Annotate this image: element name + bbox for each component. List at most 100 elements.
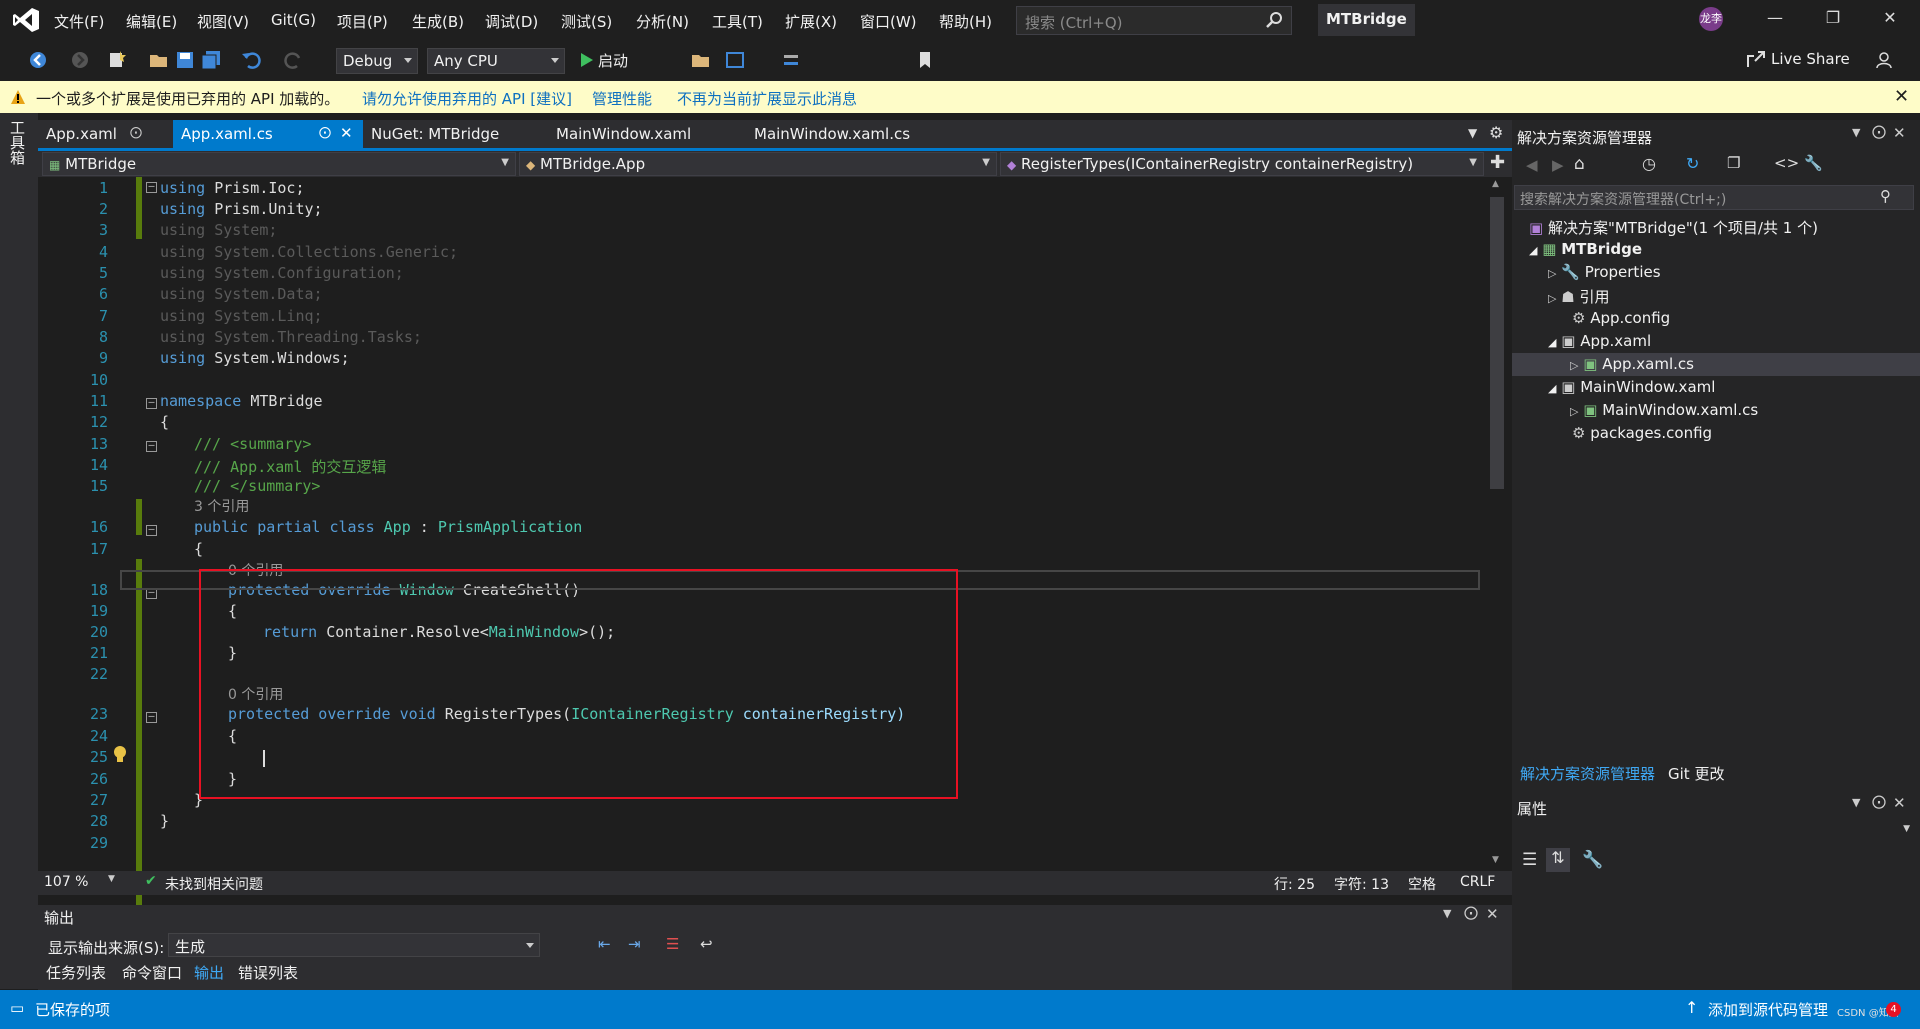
config-combo[interactable]: Debug xyxy=(336,48,418,74)
output-next-icon[interactable]: ⇥ xyxy=(628,935,641,953)
panel-menu-icon[interactable]: ▼ xyxy=(1852,126,1860,139)
expanded-icon[interactable]: ◢ xyxy=(1548,336,1556,349)
close-infobar-icon[interactable]: ✕ xyxy=(1894,86,1909,107)
refresh-icon[interactable]: ↻ xyxy=(1686,154,1699,173)
menu-view[interactable]: 视图(V) xyxy=(197,11,249,32)
output-prev-icon[interactable]: ⇤ xyxy=(598,935,611,953)
tab-solution-explorer[interactable]: 解决方案资源管理器 xyxy=(1520,763,1655,784)
tab-nuget[interactable]: NuGet: MTBridge xyxy=(363,120,553,148)
split-editor-icon[interactable]: ✚ xyxy=(1490,152,1505,173)
tab-error-list[interactable]: 错误列表 xyxy=(238,962,298,983)
search-input[interactable]: 搜索 (Ctrl+Q) xyxy=(1016,6,1292,35)
scroll-down-icon[interactable]: ▼ xyxy=(1492,855,1499,865)
output-source-combo[interactable]: 生成 xyxy=(168,933,540,957)
tab-app-xaml-cs[interactable]: App.xaml.cs ⨀ ✕ xyxy=(173,120,363,148)
eol-indicator[interactable]: CRLF xyxy=(1460,874,1495,890)
step-icon[interactable] xyxy=(780,49,802,71)
live-share-icon[interactable] xyxy=(1745,49,1767,71)
home-icon[interactable]: ⌂ xyxy=(1574,154,1585,174)
menu-test[interactable]: 测试(S) xyxy=(561,11,612,32)
minimize-icon[interactable]: — xyxy=(1762,8,1788,32)
collapse-all-icon[interactable]: ❐ xyxy=(1727,154,1740,172)
menu-debug[interactable]: 调试(D) xyxy=(485,11,538,32)
chevron-down-icon[interactable]: ▼ xyxy=(108,874,115,884)
manage-performance-link[interactable]: 管理性能 xyxy=(592,88,652,109)
menu-window[interactable]: 窗口(W) xyxy=(860,11,917,32)
tab-command-window[interactable]: 命令窗口 xyxy=(122,962,182,983)
back-icon[interactable]: ◀ xyxy=(1526,156,1538,174)
save-icon[interactable] xyxy=(174,49,196,71)
bookmark-icon[interactable] xyxy=(914,49,936,71)
pin-icon[interactable]: ⨀ xyxy=(1464,905,1478,921)
avatar[interactable]: 龙李 xyxy=(1699,7,1723,31)
properties-object-combo[interactable]: ▼ xyxy=(1514,820,1916,842)
start-play-icon[interactable] xyxy=(575,49,597,71)
forward-icon[interactable]: ▶ xyxy=(1552,156,1564,174)
tab-task-list[interactable]: 任务列表 xyxy=(46,962,106,983)
add-source-control-button[interactable]: 添加到源代码管理 xyxy=(1708,999,1828,1020)
gear-icon[interactable]: ⚙ xyxy=(1489,123,1503,142)
menu-project[interactable]: 项目(P) xyxy=(337,11,388,32)
property-pages-icon[interactable]: 🔧 xyxy=(1582,850,1603,870)
new-project-icon[interactable] xyxy=(106,49,128,71)
project-combo[interactable]: ▦ MTBridge ▼ xyxy=(42,152,516,176)
tree-item-mainwindow-xaml[interactable]: ◢ ▣ MainWindow.xaml xyxy=(1548,378,1715,396)
close-icon[interactable]: ✕ xyxy=(1877,8,1903,32)
tab-app-xaml[interactable]: App.xaml ⨀ xyxy=(38,120,173,148)
forward-icon[interactable] xyxy=(69,49,91,71)
collapse-toggle[interactable]: – xyxy=(146,398,157,409)
feedback-icon[interactable] xyxy=(1873,49,1895,71)
tab-mainwindow-xaml-cs[interactable]: MainWindow.xaml.cs xyxy=(746,120,946,148)
menu-build[interactable]: 生成(B) xyxy=(412,11,464,32)
tab-list-dropdown-icon[interactable]: ▼ xyxy=(1468,126,1477,140)
collapse-toggle[interactable]: – xyxy=(146,525,157,536)
collapse-toggle[interactable]: – xyxy=(146,712,157,723)
line-indicator[interactable]: 行: 25 xyxy=(1274,874,1315,894)
disallow-deprecated-link[interactable]: 请勿允许使用弃用的 API [建议] xyxy=(362,88,572,109)
start-button[interactable]: 启动 xyxy=(598,50,628,71)
menu-file[interactable]: 文件(F) xyxy=(54,11,104,32)
tree-solution[interactable]: ▣ 解决方案"MTBridge"(1 个项目/共 1 个) xyxy=(1529,217,1818,238)
collapsed-icon[interactable]: ▷ xyxy=(1548,267,1556,280)
menu-help[interactable]: 帮助(H) xyxy=(939,11,992,32)
open-folder-icon[interactable] xyxy=(148,49,170,71)
zoom-level[interactable]: 107 % xyxy=(44,874,88,890)
live-share-button[interactable]: Live Share xyxy=(1771,50,1850,68)
expanded-icon[interactable]: ◢ xyxy=(1529,244,1537,257)
tree-item-properties[interactable]: ▷ 🔧 Properties xyxy=(1548,263,1661,281)
redo-icon[interactable] xyxy=(283,49,305,71)
dont-show-again-link[interactable]: 不再为当前扩展显示此消息 xyxy=(677,88,857,109)
back-icon[interactable] xyxy=(27,49,49,71)
close-panel-icon[interactable]: ✕ xyxy=(1486,905,1499,923)
issues-status[interactable]: 未找到相关问题 xyxy=(165,874,263,894)
close-panel-icon[interactable]: ✕ xyxy=(1893,124,1906,142)
collapse-toggle[interactable]: – xyxy=(146,441,157,452)
scrollbar-thumb[interactable] xyxy=(1490,197,1504,489)
vertical-scrollbar[interactable]: ▲ ▼ xyxy=(1486,177,1508,871)
collapsed-icon[interactable]: ▷ xyxy=(1548,292,1556,305)
platform-combo[interactable]: Any CPU xyxy=(427,48,565,74)
word-wrap-icon[interactable]: ↩ xyxy=(700,935,713,953)
solution-search-input[interactable]: 搜索解决方案资源管理器(Ctrl+;) ⚲ xyxy=(1514,185,1914,210)
collapsed-icon[interactable]: ▷ xyxy=(1570,405,1578,418)
close-tab-icon[interactable]: ✕ xyxy=(340,124,353,142)
pin-icon[interactable]: ⨀ xyxy=(1872,794,1886,810)
notification-badge[interactable]: 4 xyxy=(1886,1002,1901,1017)
tree-item-app-config[interactable]: ⚙ App.config xyxy=(1572,309,1670,327)
toolbox-tab[interactable]: 工具箱 xyxy=(8,120,28,165)
tree-project[interactable]: ◢ ▦ MTBridge xyxy=(1529,240,1642,258)
menu-extensions[interactable]: 扩展(X) xyxy=(785,11,837,32)
menu-edit[interactable]: 编辑(E) xyxy=(126,11,177,32)
pin-icon[interactable]: ⨀ xyxy=(319,125,331,139)
menu-analyze[interactable]: 分析(N) xyxy=(636,11,689,32)
tree-item-app-xaml[interactable]: ◢ ▣ App.xaml xyxy=(1548,332,1651,350)
tree-item-mainwindow-xaml-cs[interactable]: ▷ ▣ MainWindow.xaml.cs xyxy=(1570,401,1758,419)
pin-icon[interactable]: ⨀ xyxy=(1872,124,1886,140)
scroll-up-icon[interactable]: ▲ xyxy=(1492,179,1499,189)
expanded-icon[interactable]: ◢ xyxy=(1548,382,1556,395)
codelens-references[interactable]: 3 个引用 xyxy=(194,496,249,516)
tree-item-app-xaml-cs[interactable]: ▷ ▣ App.xaml.cs xyxy=(1570,355,1694,373)
restore-icon[interactable]: ❐ xyxy=(1820,8,1846,32)
tab-output[interactable]: 输出 xyxy=(194,962,224,983)
tab-mainwindow-xaml[interactable]: MainWindow.xaml xyxy=(548,120,738,148)
